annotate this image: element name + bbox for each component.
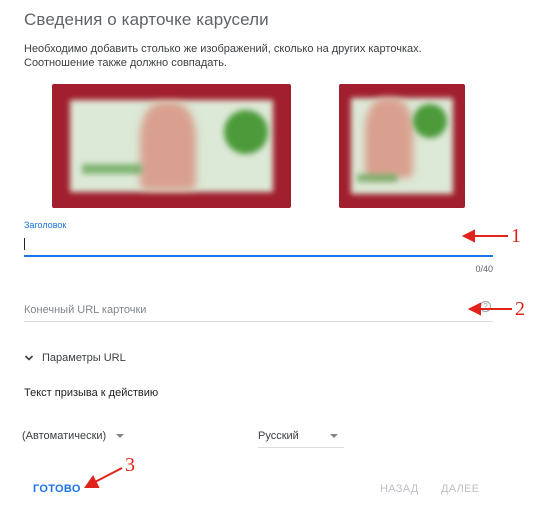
headline-label: Заголовок — [24, 220, 67, 230]
card-details-description: Необходимо добавить столько же изображен… — [24, 42, 494, 70]
url-params-toggle[interactable]: Параметры URL — [24, 352, 126, 364]
cta-select[interactable]: (Автоматически) — [22, 424, 148, 448]
annotation-number-2: 2 — [515, 298, 525, 320]
dropdown-arrow-icon — [116, 434, 125, 438]
back-button[interactable]: НАЗАД — [380, 483, 418, 495]
annotation-arrowhead-3 — [84, 475, 100, 488]
help-icon[interactable]: ? — [480, 301, 491, 312]
description-line-2: Соотношение также должно совпадать. — [24, 57, 227, 69]
annotation-number-1: 1 — [511, 225, 521, 247]
card-details-title: Сведения о карточке карусели — [24, 10, 269, 29]
landscape-image-thumbnail[interactable] — [52, 84, 291, 208]
url-params-label: Параметры URL — [42, 352, 126, 364]
language-selected-value: Русский — [258, 429, 299, 442]
annotation-number-3: 3 — [125, 454, 135, 476]
chevron-down-icon — [24, 355, 34, 361]
cta-label: Текст призыва к действию — [24, 387, 159, 399]
done-button[interactable]: ГОТОВО — [33, 483, 81, 495]
next-button[interactable]: ДАЛЕЕ — [441, 483, 479, 495]
headline-input[interactable] — [24, 233, 493, 257]
annotation-arrow-3 — [92, 467, 123, 484]
cta-selected-value: (Автоматически) — [22, 430, 107, 442]
square-image-thumbnail[interactable] — [339, 84, 465, 208]
language-select[interactable]: Русский — [258, 424, 344, 448]
text-cursor — [24, 238, 25, 250]
description-line-1: Необходимо добавить столько же изображен… — [24, 43, 422, 55]
dropdown-arrow-icon — [330, 433, 338, 438]
headline-char-counter: 0/40 — [475, 264, 493, 274]
card-final-url-input[interactable] — [24, 298, 493, 322]
